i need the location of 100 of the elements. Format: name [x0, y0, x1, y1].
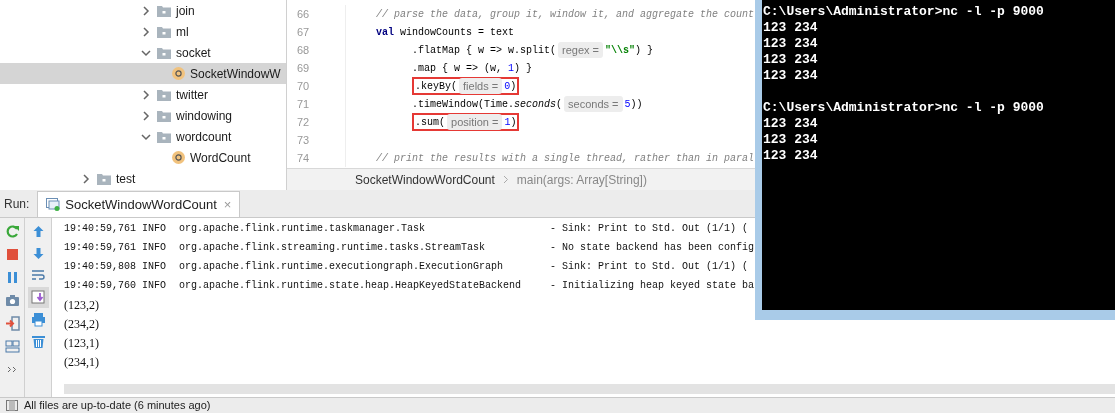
- horizontal-scrollbar[interactable]: [64, 384, 1115, 394]
- folder-icon: [157, 46, 171, 59]
- code-token: (: [556, 97, 563, 112]
- code-token: 0: [504, 79, 511, 94]
- folder-icon: [97, 172, 111, 185]
- code-token: .map { w => (w,: [412, 61, 503, 76]
- run-tab[interactable]: SocketWindowWordCount ×: [37, 191, 241, 217]
- code-token: .flatMap { w => w.split(: [412, 43, 557, 58]
- console-icon: [46, 198, 61, 211]
- code-token: .keyBy(: [415, 79, 457, 94]
- separator-icon: [502, 175, 509, 184]
- trash-icon[interactable]: [30, 334, 46, 349]
- chevron-right-icon[interactable]: [142, 26, 150, 37]
- code-token: )): [630, 97, 643, 112]
- terminal-output: 123 234: [763, 148, 819, 164]
- log-message: - Sink: Print to Std. Out (1/1) (: [550, 222, 749, 236]
- line-number: 67: [296, 24, 311, 40]
- status-text: All files are up-to-date (6 minutes ago): [24, 400, 211, 411]
- terminal-output: 123 234: [763, 116, 819, 132]
- line-number: 66: [296, 6, 311, 22]
- parameter-hint: fields =: [459, 77, 503, 95]
- tree-item[interactable]: WordCount: [0, 147, 286, 168]
- line-number: 73: [296, 132, 311, 148]
- tree-item[interactable]: socket: [0, 42, 286, 63]
- layout-icon[interactable]: [4, 339, 20, 354]
- breadcrumb-item[interactable]: SocketWindowWordCount: [355, 170, 495, 189]
- log-message: - Sink: Print to Std. Out (1/1) (: [550, 260, 749, 274]
- code-token: ) }: [635, 43, 654, 58]
- code-token: .timeWindow(Time.: [412, 97, 515, 112]
- log-time: 19:40:59,761 INFO: [64, 241, 168, 255]
- line-number: 72: [296, 114, 311, 130]
- log-time: 19:40:59,761 INFO: [64, 222, 168, 236]
- stop-icon[interactable]: [4, 247, 20, 262]
- chevron-down-icon[interactable]: [141, 132, 151, 141]
- tree-item[interactable]: ml: [0, 21, 286, 42]
- line-number: 74: [296, 150, 311, 166]
- chevron-right-icon[interactable]: [142, 89, 150, 100]
- chevron-right-icon[interactable]: [142, 110, 150, 121]
- print-icon[interactable]: [30, 312, 46, 327]
- class-icon: [172, 67, 185, 80]
- class-icon: [172, 151, 185, 164]
- tree-item[interactable]: windowing: [0, 105, 286, 126]
- code-token: seconds: [514, 97, 557, 112]
- code-token: 1: [504, 115, 511, 130]
- console-output: (123,2): [64, 296, 99, 314]
- folder-icon: [157, 130, 171, 143]
- line-number: 68: [296, 42, 311, 58]
- log-message: - No state backend has been config: [550, 241, 755, 255]
- line-number: 70: [296, 78, 311, 94]
- code-token: ): [510, 115, 517, 130]
- chevron-right-icon[interactable]: [82, 173, 90, 184]
- rerun-icon[interactable]: [4, 224, 20, 239]
- tree-item[interactable]: wordcount: [0, 126, 286, 147]
- folder-icon: [157, 109, 171, 122]
- code-token: windowCounts = text: [399, 25, 515, 40]
- console-output: (234,1): [64, 353, 99, 371]
- terminal-output: 123 234: [763, 52, 819, 68]
- folder-icon: [157, 4, 171, 17]
- tree-item[interactable]: test: [0, 168, 286, 189]
- parameter-hint: seconds =: [564, 95, 623, 113]
- parameter-hint: position =: [447, 113, 503, 131]
- tree-item[interactable]: twitter: [0, 84, 286, 105]
- terminal-output: 123 234: [763, 68, 819, 84]
- log-time: 19:40:59,808 INFO: [64, 260, 168, 274]
- code-token: // parse the data, group it, window it, and aggregate the count: [376, 7, 755, 22]
- log-time: 19:40:59,760 INFO: [64, 279, 168, 293]
- chevron-right-icon[interactable]: [142, 5, 150, 16]
- console-output: (234,2): [64, 315, 99, 333]
- tree-item[interactable]: SocketWindowW: [0, 63, 286, 84]
- code-token: "\\s": [605, 43, 636, 58]
- code-token: 1: [508, 61, 515, 76]
- status-icon[interactable]: [6, 400, 18, 411]
- chevron-down-icon[interactable]: [141, 48, 151, 57]
- scroll-to-end-icon[interactable]: [30, 290, 46, 305]
- code-token: ) }: [514, 61, 533, 76]
- soft-wrap-icon[interactable]: [30, 268, 46, 283]
- line-number: 71: [296, 96, 311, 112]
- code-token: .sum(: [415, 115, 445, 130]
- terminal-output: 123 234: [763, 20, 819, 36]
- exit-icon[interactable]: [4, 316, 20, 331]
- log-source: org.apache.flink.runtime.state.heap.HeapKeyedStateBackend: [179, 279, 523, 293]
- log-source: org.apache.flink.runtime.taskmanager.Task: [179, 222, 427, 236]
- log-source: org.apache.flink.streaming.runtime.tasks.StreamTask: [179, 241, 487, 255]
- log-message: - Initializing heap keyed state ba: [550, 279, 755, 293]
- tree-item[interactable]: join: [0, 0, 286, 21]
- run-label: Run:: [4, 195, 30, 213]
- camera-icon[interactable]: [4, 293, 20, 308]
- folder-icon: [157, 88, 171, 101]
- log-source: org.apache.flink.runtime.executiongraph.ExecutionGraph: [179, 260, 505, 274]
- code-token: // print the results with a single thread, rather than in paral: [376, 151, 755, 166]
- code-token: 5: [624, 97, 631, 112]
- code-token: ): [510, 79, 517, 94]
- line-number: 69: [296, 60, 311, 76]
- terminal-command: C:\Users\Administrator>nc -l -p 9000: [763, 4, 1045, 20]
- parameter-hint: regex =: [558, 41, 604, 59]
- code-token: val: [376, 25, 394, 40]
- folder-icon: [157, 25, 171, 38]
- terminal-output: 123 234: [763, 36, 819, 52]
- terminal-output: 123 234: [763, 132, 819, 148]
- console-output: (123,1): [64, 334, 99, 352]
